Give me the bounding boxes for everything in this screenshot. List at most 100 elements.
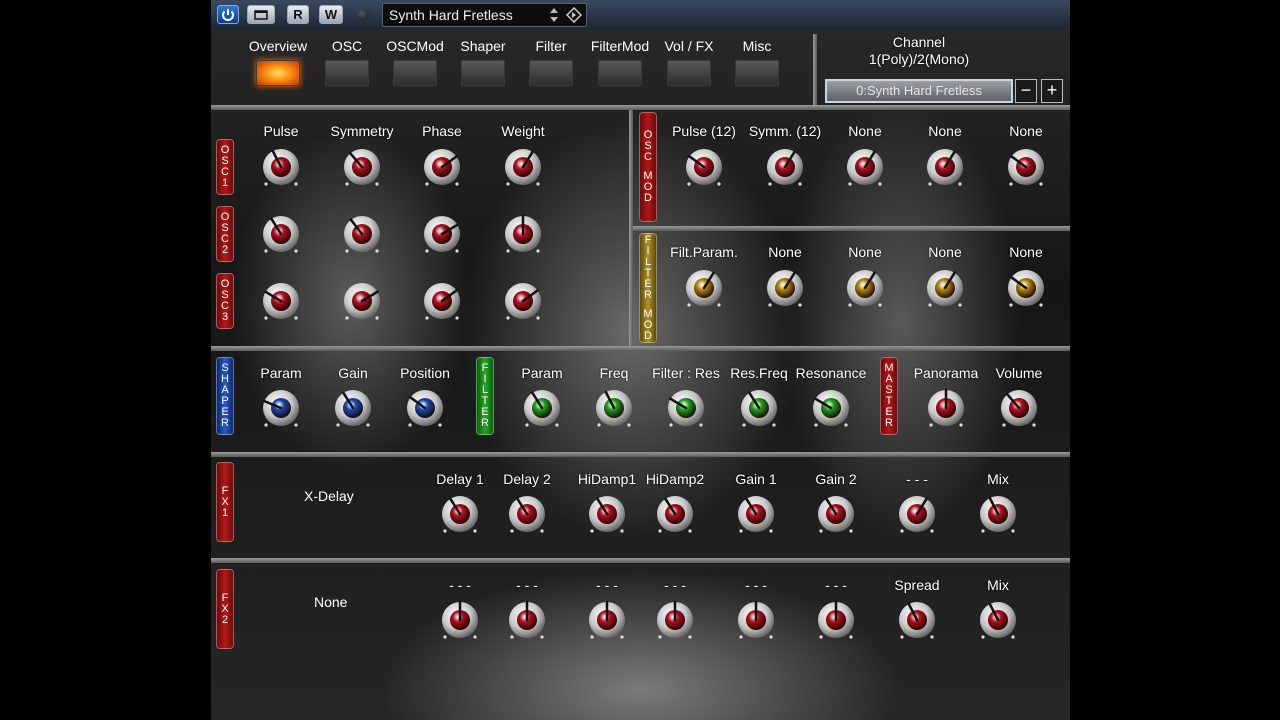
master-panorama-knob[interactable] [923, 385, 969, 431]
filter-mod-label-2: None [768, 244, 802, 260]
filter-mod-5-knob[interactable] [1003, 265, 1049, 311]
filter-mod-4-knob[interactable] [922, 265, 968, 311]
osc2-weight-knob[interactable] [500, 211, 546, 257]
osc3-symmetry-knob[interactable] [339, 278, 385, 324]
osc1-weight-knob[interactable] [500, 144, 546, 190]
window-toggle-button[interactable] [247, 5, 275, 24]
fx1-label-2: Delay 2 [503, 471, 551, 487]
osc-mod-3-knob[interactable] [842, 144, 888, 190]
osc-mod-4-knob[interactable] [922, 144, 968, 190]
plugin-window: R W Synth Hard Fretless Overview OSC OSCMo… [211, 0, 1070, 720]
fx2-1-knob[interactable] [437, 597, 483, 643]
fx1-6-knob[interactable] [813, 491, 859, 537]
nav-tab-label-shaper: Shaper [460, 38, 506, 54]
preset-name: Synth Hard Fretless [389, 7, 513, 23]
nav-tab-label-filter: Filter [535, 38, 567, 54]
nav-tab-overview[interactable] [256, 60, 300, 86]
fx2-5-knob[interactable] [733, 597, 779, 643]
fx1-2-knob[interactable] [504, 491, 550, 537]
osc1-tag: OSC1 [216, 139, 234, 195]
fx2-3-knob[interactable] [584, 597, 630, 643]
fx1-1-knob[interactable] [437, 491, 483, 537]
fx1-5-knob[interactable] [733, 491, 779, 537]
master-volume-knob[interactable] [996, 385, 1042, 431]
channel-program-select[interactable]: 0:Synth Hard Fretless [825, 79, 1013, 103]
filter-param-knob[interactable] [519, 385, 565, 431]
filter-mod-2-knob[interactable] [762, 265, 808, 311]
diamond-menu-icon[interactable] [566, 7, 582, 23]
fx1-label-3: HiDamp1 [577, 471, 637, 487]
power-button[interactable] [217, 5, 239, 24]
nav-tab-oscmod[interactable] [393, 60, 437, 86]
osc-mod-2-knob[interactable] [762, 144, 808, 190]
filter-resonance-knob[interactable] [808, 385, 854, 431]
filter-tag: FILTER [476, 357, 494, 435]
nav-tab-filtermod[interactable] [598, 60, 642, 86]
osc-mod-label-5: None [1009, 123, 1043, 139]
filter-label-resonance: Resonance [795, 365, 867, 381]
shaper-position-knob[interactable] [402, 385, 448, 431]
plugin-toolbar: R W Synth Hard Fretless [211, 0, 1070, 30]
osc-mod-tag: OSCMOD [639, 112, 657, 222]
fx1-label-4: HiDamp2 [645, 471, 705, 487]
osc2-tag: OSC2 [216, 206, 234, 262]
filter-freq-knob[interactable] [591, 385, 637, 431]
fx1-label-5: Gain 1 [735, 471, 777, 487]
filter-filter-res-knob[interactable] [663, 385, 709, 431]
osc3-pulse-knob[interactable] [258, 278, 304, 324]
master-label-volume: Volume [995, 365, 1043, 381]
window-toggle-icon [254, 10, 268, 20]
filter-mod-3-knob[interactable] [842, 265, 888, 311]
fx2-label-2: - - - [516, 577, 538, 593]
master-label-panorama: Panorama [913, 365, 979, 381]
filter-mod-tag: FILTERMOD [639, 233, 657, 343]
shaper-gain-knob[interactable] [330, 385, 376, 431]
fx2-effect-name[interactable]: None [314, 594, 347, 610]
nav-tab-shaper[interactable] [461, 60, 505, 86]
osc-mod-1-knob[interactable] [681, 144, 727, 190]
nav-tab-label-filtermod: FilterMod [590, 38, 650, 54]
osc2-phase-knob[interactable] [419, 211, 465, 257]
shaper-param-knob[interactable] [258, 385, 304, 431]
filter-res-freq-knob[interactable] [736, 385, 782, 431]
osc1-symmetry-knob[interactable] [339, 144, 385, 190]
fx1-4-knob[interactable] [652, 491, 698, 537]
nav-tab-osc[interactable] [325, 60, 369, 86]
osc-mod-5-knob[interactable] [1003, 144, 1049, 190]
osc-col-label-pulse: Pulse [263, 123, 299, 139]
channel-minus-button[interactable]: − [1015, 79, 1037, 103]
up-down-arrows-icon[interactable] [549, 7, 559, 23]
nav-tab-misc[interactable] [735, 60, 779, 86]
filter-mod-1-knob[interactable] [681, 265, 727, 311]
read-automation-button[interactable]: R [287, 5, 309, 24]
fx2-label-7: Spread [894, 577, 940, 593]
nav-tab-label-oscmod: OSCMod [386, 38, 444, 54]
fx2-7-knob[interactable] [894, 597, 940, 643]
fx2-2-knob[interactable] [504, 597, 550, 643]
fx2-8-knob[interactable] [975, 597, 1021, 643]
fx1-7-knob[interactable] [894, 491, 940, 537]
osc1-pulse-knob[interactable] [258, 144, 304, 190]
osc1-phase-knob[interactable] [419, 144, 465, 190]
fx2-4-knob[interactable] [652, 597, 698, 643]
nav-tab-label-vol-fx: Vol / FX [664, 38, 714, 54]
fx1-label-6: Gain 2 [815, 471, 857, 487]
fx1-effect-name[interactable]: X-Delay [304, 488, 354, 504]
osc3-weight-knob[interactable] [500, 278, 546, 324]
osc3-phase-knob[interactable] [419, 278, 465, 324]
nav-tab-vol-fx[interactable] [667, 60, 711, 86]
fx2-label-3: - - - [596, 577, 618, 593]
nav-tab-label-misc: Misc [742, 38, 772, 54]
write-automation-button[interactable]: W [319, 5, 343, 24]
osc2-symmetry-knob[interactable] [339, 211, 385, 257]
channel-plus-button[interactable]: + [1041, 79, 1063, 103]
filter-mod-label-4: None [928, 244, 962, 260]
fx1-3-knob[interactable] [584, 491, 630, 537]
osc3-tag: OSC3 [216, 273, 234, 329]
osc2-pulse-knob[interactable] [258, 211, 304, 257]
fx2-6-knob[interactable] [813, 597, 859, 643]
fx2-label-8: Mix [987, 577, 1009, 593]
preset-selector[interactable]: Synth Hard Fretless [382, 3, 587, 27]
fx1-8-knob[interactable] [975, 491, 1021, 537]
nav-tab-filter[interactable] [529, 60, 573, 86]
